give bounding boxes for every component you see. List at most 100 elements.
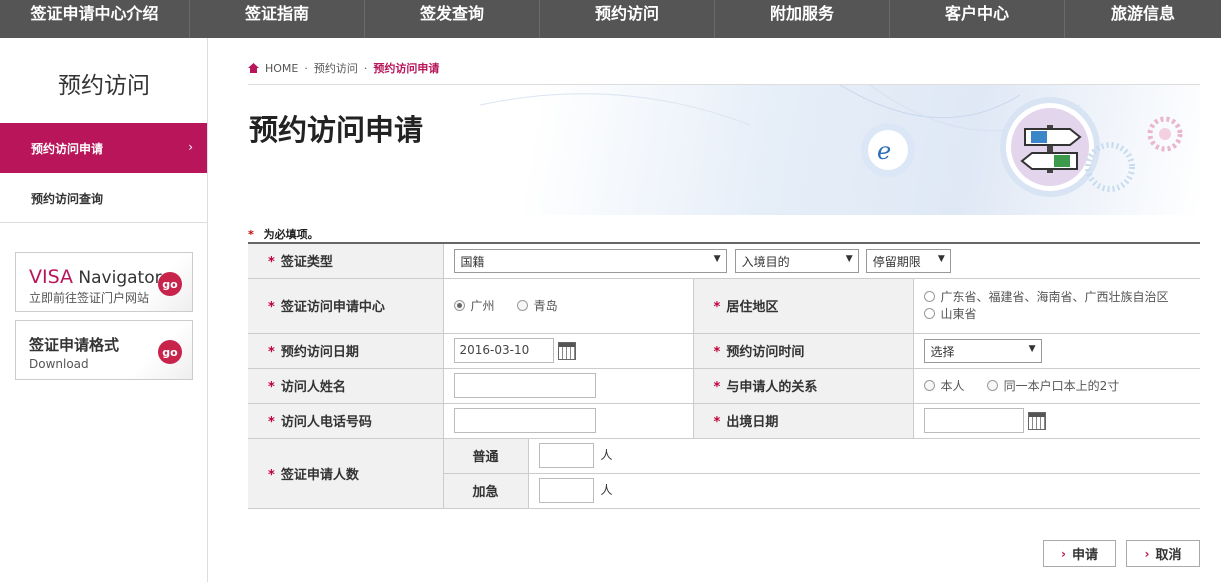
count-label: * 签证申请人数 [248, 438, 444, 509]
urgent-count-label: 加急 [443, 473, 529, 509]
cancel-button[interactable]: › 取消 [1126, 540, 1200, 567]
sidebar-item-appointment-apply[interactable]: 预约访问申请 › [0, 123, 207, 173]
required-star: * [713, 415, 721, 430]
nationality-select-value: 国籍 [460, 254, 485, 269]
relation-option-self: 本人 [940, 378, 965, 393]
breadcrumb-current: 预约访问申请 [373, 62, 440, 75]
sidebar-item-label: 预约访问查询 [31, 191, 104, 206]
phone-field [443, 403, 693, 439]
relation-radio-household[interactable]: 同一本户口本上的2寸 [986, 377, 1119, 394]
required-star: * [713, 300, 721, 315]
page-banner: e [420, 84, 1200, 215]
name-input[interactable] [453, 373, 596, 398]
sidebar-item-appointment-query[interactable]: 预约访问查询 [0, 173, 207, 223]
nav-item-center-intro[interactable]: 签证申请中心介绍 [0, 0, 190, 38]
phone-label-text: 访问人电话号码 [280, 415, 372, 430]
cancel-button-label: 取消 [1155, 548, 1182, 563]
region-label: * 居住地区 [692, 278, 914, 334]
nationality-select[interactable]: 国籍 ▼ [453, 248, 727, 273]
nav-item-appointment[interactable]: 预约访问 [540, 0, 715, 38]
entry-purpose-select[interactable]: 入境目的 ▼ [734, 248, 859, 273]
radio-icon [923, 290, 935, 302]
normal-count-input[interactable] [538, 443, 594, 468]
required-star: * [268, 380, 275, 395]
chevron-right-icon: › [188, 140, 193, 154]
nav-item-issue-query[interactable]: 签发查询 [365, 0, 540, 38]
apply-button-label: 申请 [1071, 548, 1098, 563]
time-field: 选择 ▼ [913, 333, 1200, 369]
navigator-text: Navigator [73, 268, 162, 288]
breadcrumb-separator: · [304, 61, 308, 75]
sidebar-divider [0, 222, 208, 223]
required-star: * [248, 228, 254, 241]
relation-label-text: 与申请人的关系 [726, 380, 818, 395]
phone-input[interactable] [453, 408, 596, 433]
depart-date-input[interactable] [923, 408, 1024, 433]
time-select[interactable]: 选择 ▼ [923, 338, 1042, 363]
appointment-form: * 签证类型 国籍 ▼ 入境目的 ▼ 停留期限 ▼ * 签证访问申请中心 广州 青岛 * 居… [248, 242, 1200, 509]
urgent-count-unit: 人 [600, 483, 613, 497]
count-label-text: 签证申请人数 [280, 467, 359, 483]
visa-format-download-banner[interactable]: 签证申请格式 Download go [15, 320, 193, 380]
center-option-qingdao: 青岛 [533, 298, 558, 313]
region-radio-south[interactable]: 广东省、福建省、海南省、广西壮族自治区 [923, 289, 1194, 306]
required-star: * [268, 467, 275, 483]
relation-radio-self[interactable]: 本人 [923, 377, 965, 394]
visa-brand: VISA [29, 266, 74, 288]
page-title: 预约访问申请 [249, 113, 424, 147]
date-field: 2016-03-10 [443, 333, 693, 369]
svg-text:e: e [877, 137, 891, 165]
chevron-right-icon: › [1061, 546, 1066, 561]
dropdown-arrow-icon: ▼ [845, 253, 853, 264]
top-nav: 签证申请中心介绍 签证指南 签发查询 预约访问 附加服务 客户中心 旅游信息 [0, 0, 1221, 38]
visa-format-title: 签证申请格式 [29, 336, 120, 354]
depart-label-text: 出境日期 [726, 415, 779, 430]
calendar-icon[interactable] [557, 341, 576, 360]
normal-count-label: 普通 [443, 438, 529, 474]
required-star: * [268, 415, 275, 430]
visa-navigator-subtitle: 立即前往签证门户网站 [29, 291, 150, 305]
stay-period-select[interactable]: 停留期限 ▼ [865, 248, 951, 273]
time-label: * 预约访问时间 [692, 333, 914, 369]
depart-label: * 出境日期 [692, 403, 914, 439]
normal-count-unit: 人 [600, 448, 613, 462]
center-radio-qingdao[interactable]: 青岛 [516, 297, 558, 314]
depart-field [913, 403, 1200, 439]
visa-navigator-title: VISA Navigator [29, 266, 162, 288]
nav-item-visa-guide[interactable]: 签证指南 [190, 0, 365, 38]
nav-item-travel-info[interactable]: 旅游信息 [1065, 0, 1221, 38]
banner-illustration: e [479, 84, 1183, 197]
region-option-south: 广东省、福建省、海南省、广西壮族自治区 [940, 289, 1169, 304]
required-star: * [268, 345, 275, 360]
breadcrumb-parent[interactable]: 预约访问 [314, 60, 358, 76]
required-note-text: 为必填项。 [259, 228, 319, 241]
signpost-icon [1000, 97, 1100, 197]
urgent-count-input[interactable] [538, 478, 594, 503]
sidebar: 预约访问 预约访问申请 › 预约访问查询 VISA Navigator 立即前往… [0, 38, 208, 582]
center-radio-guangzhou[interactable]: 广州 [453, 297, 495, 314]
region-radio-shandong[interactable]: 山東省 [923, 306, 1201, 323]
dropdown-arrow-icon: ▼ [713, 253, 721, 264]
date-input[interactable]: 2016-03-10 [453, 338, 554, 363]
radio-icon [923, 379, 935, 391]
calendar-icon[interactable] [1027, 411, 1046, 430]
visa-type-label-text: 签证类型 [280, 255, 333, 271]
nav-item-customer-center[interactable]: 客户中心 [890, 0, 1065, 38]
sidebar-item-label: 预约访问申请 [31, 141, 104, 156]
required-note: * 为必填项。 [248, 226, 319, 242]
phone-label: * 访问人电话号码 [248, 403, 444, 439]
time-select-value: 选择 [930, 344, 955, 359]
go-button[interactable]: go [158, 340, 182, 364]
breadcrumb-home[interactable]: HOME [265, 62, 298, 75]
go-button[interactable]: go [158, 272, 182, 296]
home-icon[interactable] [248, 63, 259, 73]
nav-item-extra-services[interactable]: 附加服务 [715, 0, 890, 38]
radio-icon [516, 299, 528, 311]
apply-button[interactable]: › 申请 [1043, 540, 1116, 567]
visa-format-subtitle: Download [29, 357, 89, 371]
breadcrumb-separator: · [363, 61, 368, 75]
stay-period-select-value: 停留期限 [872, 254, 921, 269]
region-field: 广东省、福建省、海南省、广西壮族自治区 山東省 [913, 278, 1201, 334]
center-label-text: 签证访问申请中心 [280, 300, 385, 315]
visa-navigator-banner[interactable]: VISA Navigator 立即前往签证门户网站 go [15, 252, 193, 312]
